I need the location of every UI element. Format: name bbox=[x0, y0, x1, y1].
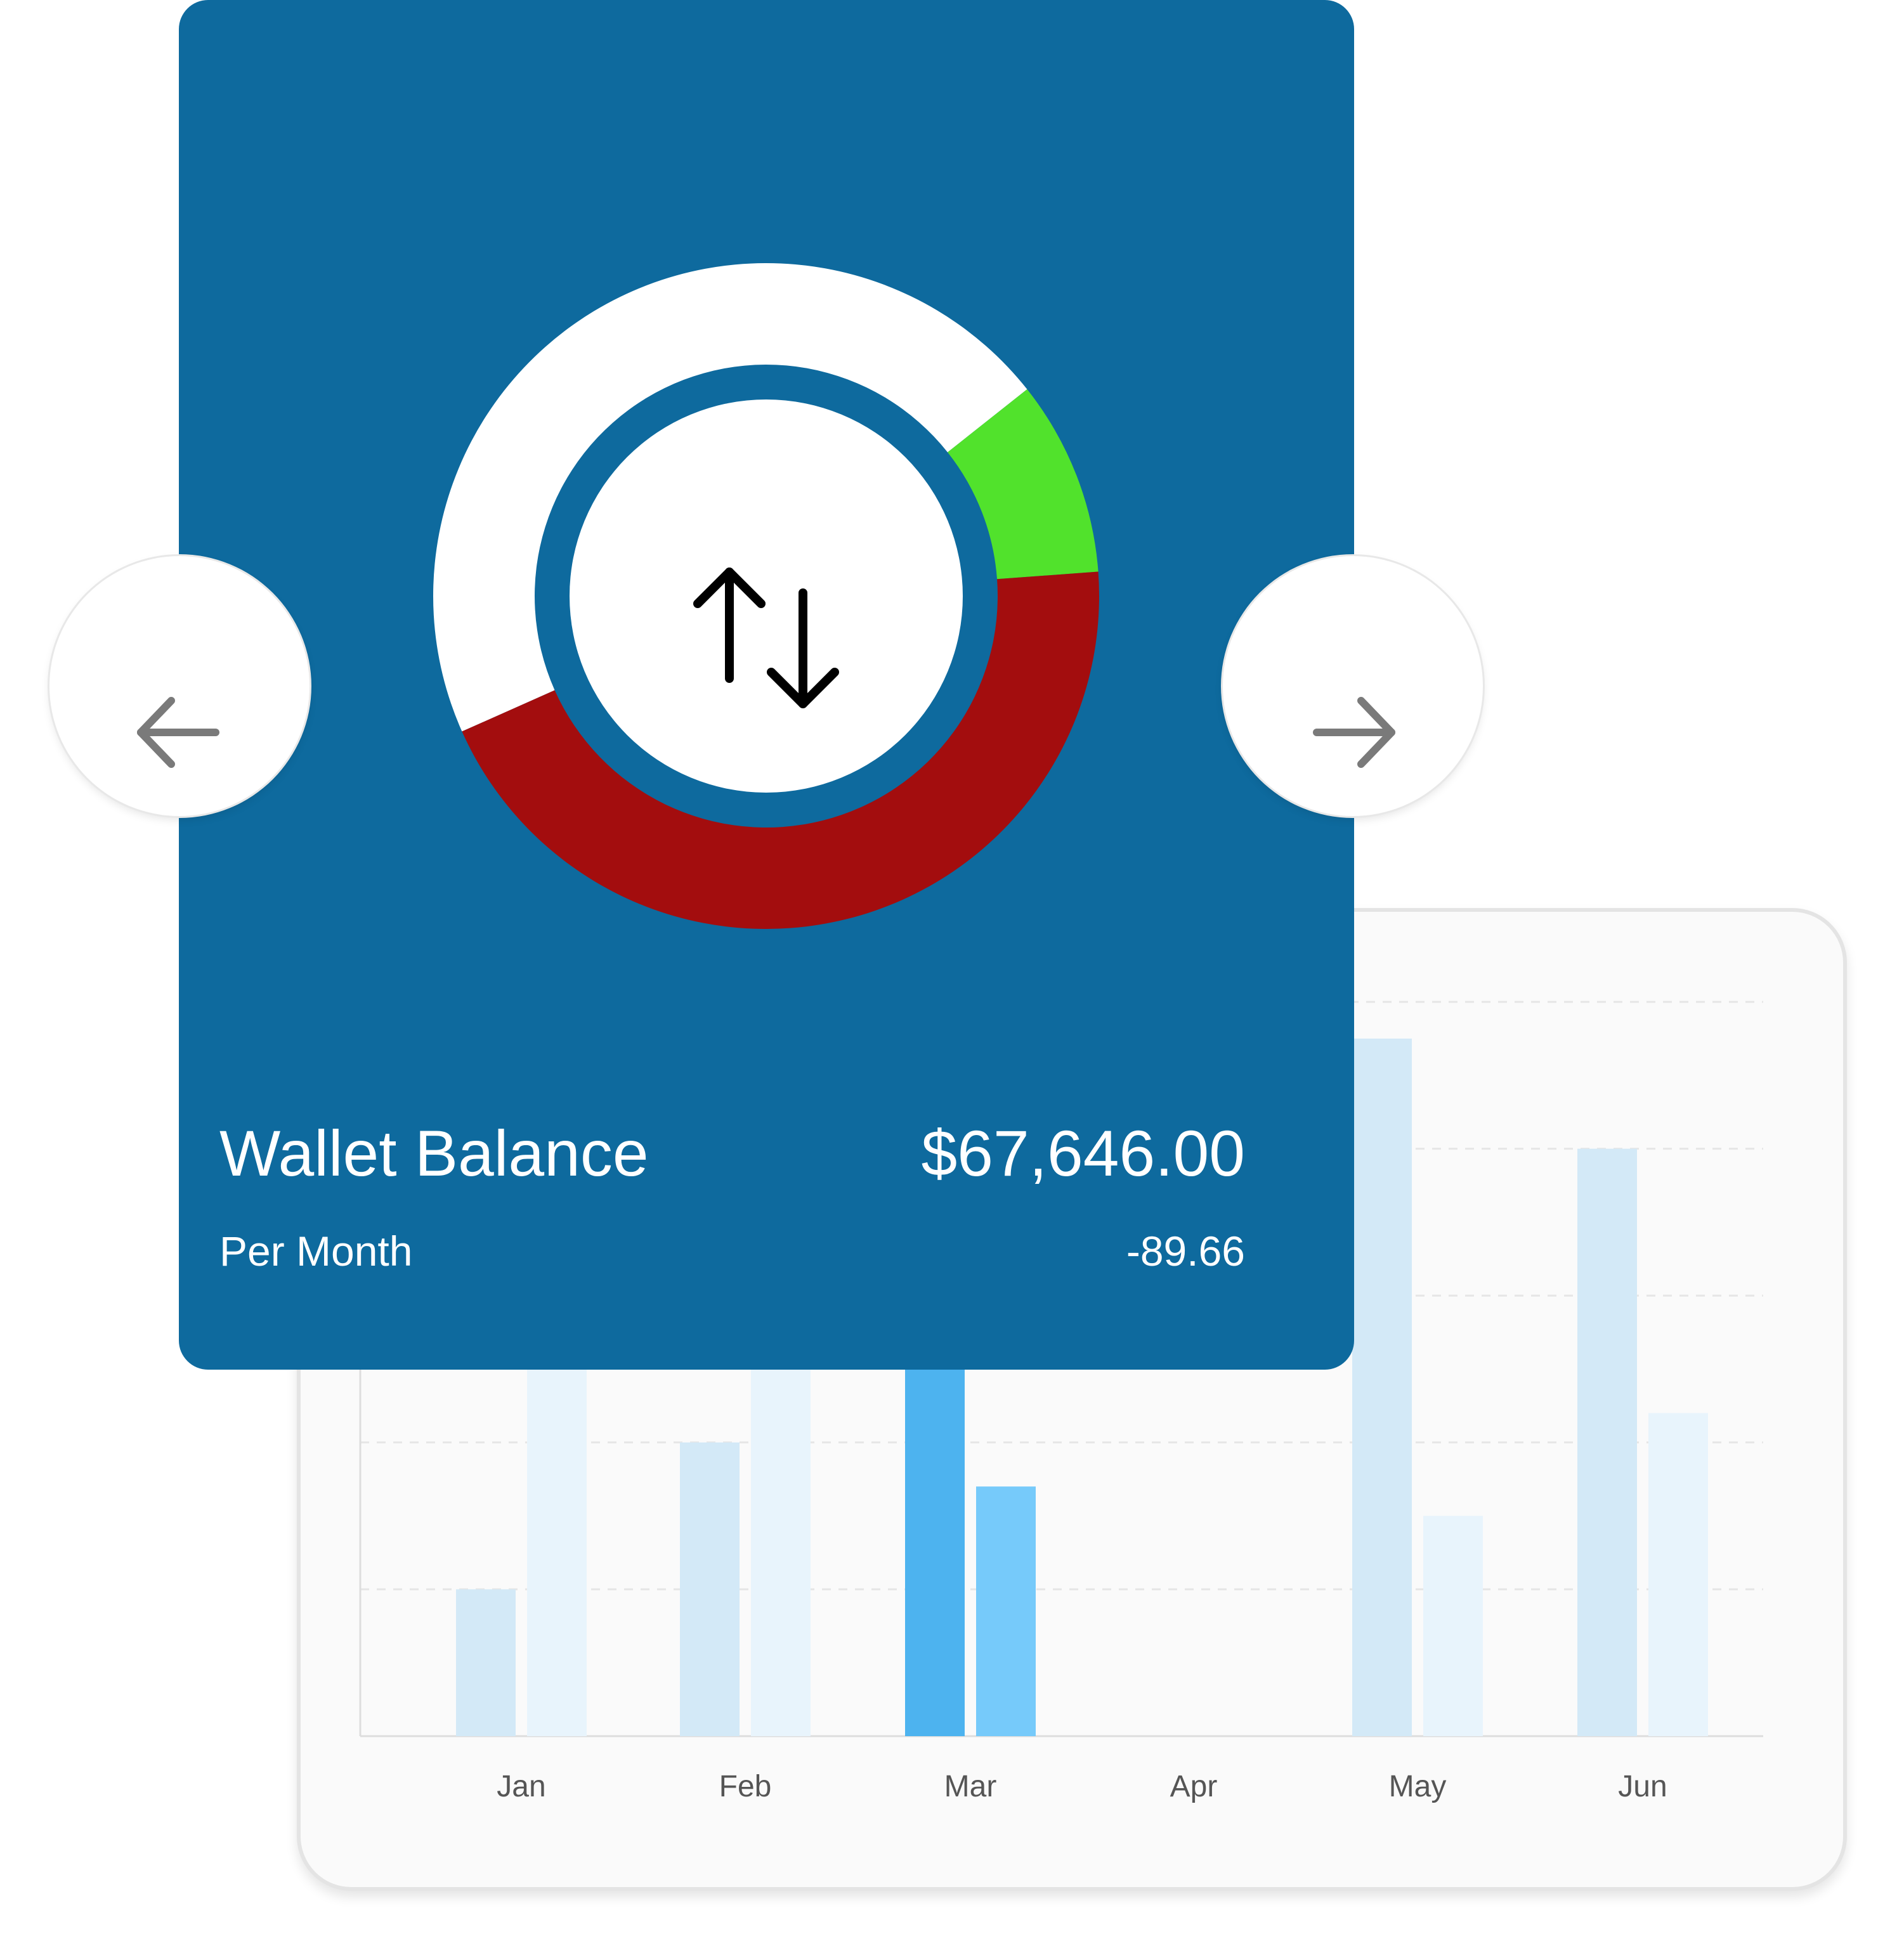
wallet-amount: $67,646.00 bbox=[921, 1117, 1246, 1190]
donut-center bbox=[570, 399, 963, 793]
bar-may-1[interactable] bbox=[1352, 1038, 1412, 1736]
previous-button[interactable] bbox=[49, 556, 310, 816]
wallet-period: Per Month bbox=[219, 1228, 413, 1275]
bar-jun-2[interactable] bbox=[1648, 1413, 1708, 1736]
bar-may-2[interactable] bbox=[1423, 1515, 1483, 1736]
arrow-right-icon bbox=[1313, 697, 1395, 768]
x-tick-label-may: May bbox=[1388, 1770, 1447, 1803]
bar-mar-2[interactable] bbox=[976, 1486, 1036, 1736]
next-button[interactable] bbox=[1223, 556, 1483, 816]
x-tick-label-mar: Mar bbox=[944, 1770, 997, 1803]
bar-jan-1[interactable] bbox=[456, 1589, 516, 1736]
x-tick-label-jan: Jan bbox=[497, 1770, 546, 1803]
wallet-title: Wallet Balance bbox=[219, 1117, 649, 1190]
wallet-balance-card: Wallet Balance $67,646.00 Per Month -89.… bbox=[179, 0, 1354, 1370]
wallet-change: -89.66 bbox=[1126, 1228, 1245, 1275]
x-tick-label-apr: Apr bbox=[1170, 1770, 1218, 1803]
arrow-left-icon bbox=[137, 697, 219, 768]
bar-feb-2[interactable] bbox=[751, 1339, 811, 1736]
bar-feb-1[interactable] bbox=[680, 1442, 740, 1736]
x-tick-label-feb: Feb bbox=[719, 1770, 772, 1803]
bar-jan-2[interactable] bbox=[527, 1339, 587, 1736]
bar-jun-1[interactable] bbox=[1577, 1148, 1637, 1736]
x-tick-label-jun: Jun bbox=[1618, 1770, 1667, 1803]
